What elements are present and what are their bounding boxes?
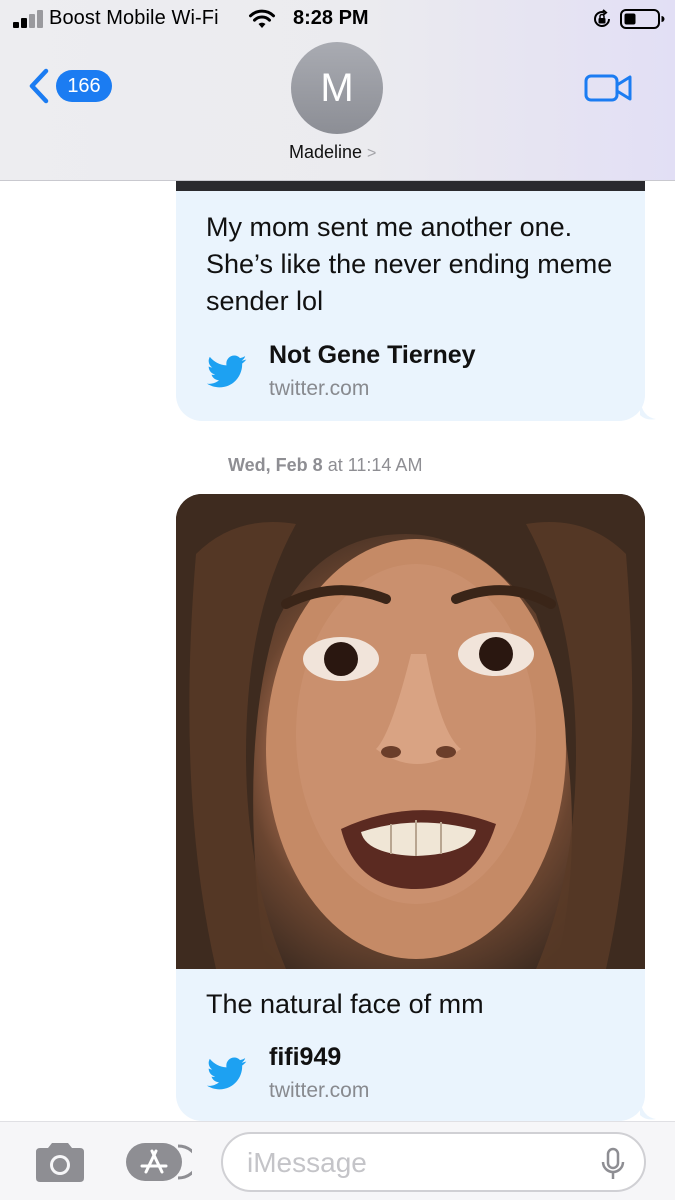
face-photo-illustration: [176, 494, 645, 969]
unread-count-badge: 166: [56, 70, 112, 102]
back-chevron-icon: [29, 68, 49, 104]
contact-name: Madeline: [289, 142, 363, 162]
contact-avatar[interactable]: M: [291, 42, 383, 134]
link-preview-title[interactable]: Not Gene Tierney: [269, 341, 476, 370]
timestamp-time: at 11:14 AM: [327, 455, 423, 475]
twitter-icon: [207, 1057, 247, 1090]
shared-photo[interactable]: [176, 494, 645, 969]
video-camera-icon[interactable]: [584, 73, 632, 103]
twitter-icon: [207, 355, 247, 388]
imessage-placeholder: iMessage: [247, 1147, 367, 1178]
contact-name-button[interactable]: Madeline >: [289, 142, 376, 163]
previous-image-edge: [176, 181, 645, 191]
message-text: The natural face of mm: [206, 989, 484, 1019]
bubble-tail: [640, 1099, 656, 1120]
camera-icon[interactable]: [32, 1140, 88, 1184]
link-preview-domain: twitter.com: [269, 1079, 370, 1102]
status-bar: Boost Mobile Wi-Fi 8:28 PM: [0, 0, 675, 38]
message-input-bar: iMessage: [0, 1121, 675, 1200]
bubble-tail: [640, 399, 656, 420]
battery-icon: [620, 9, 665, 29]
timestamp-day: Wed, Feb 8: [228, 455, 323, 475]
microphone-icon[interactable]: [600, 1147, 626, 1181]
back-button[interactable]: 166: [28, 66, 118, 106]
rotation-lock-icon: [594, 9, 610, 27]
imessage-input[interactable]: iMessage: [221, 1132, 646, 1192]
chevron-right-icon: >: [367, 145, 377, 162]
wifi-icon: [249, 9, 275, 28]
link-preview-domain: twitter.com: [269, 377, 370, 400]
app-store-icon[interactable]: [124, 1141, 192, 1183]
status-time: 8:28 PM: [293, 7, 369, 29]
message-text: My mom sent me another one. She’s like t…: [206, 212, 613, 316]
conversation-header: Boost Mobile Wi-Fi 8:28 PM 166 M Madelin…: [0, 0, 675, 181]
link-preview-title[interactable]: fifi949: [269, 1043, 341, 1072]
carrier-name: Boost Mobile Wi-Fi: [49, 7, 219, 29]
cellular-signal-icon: [13, 10, 43, 28]
